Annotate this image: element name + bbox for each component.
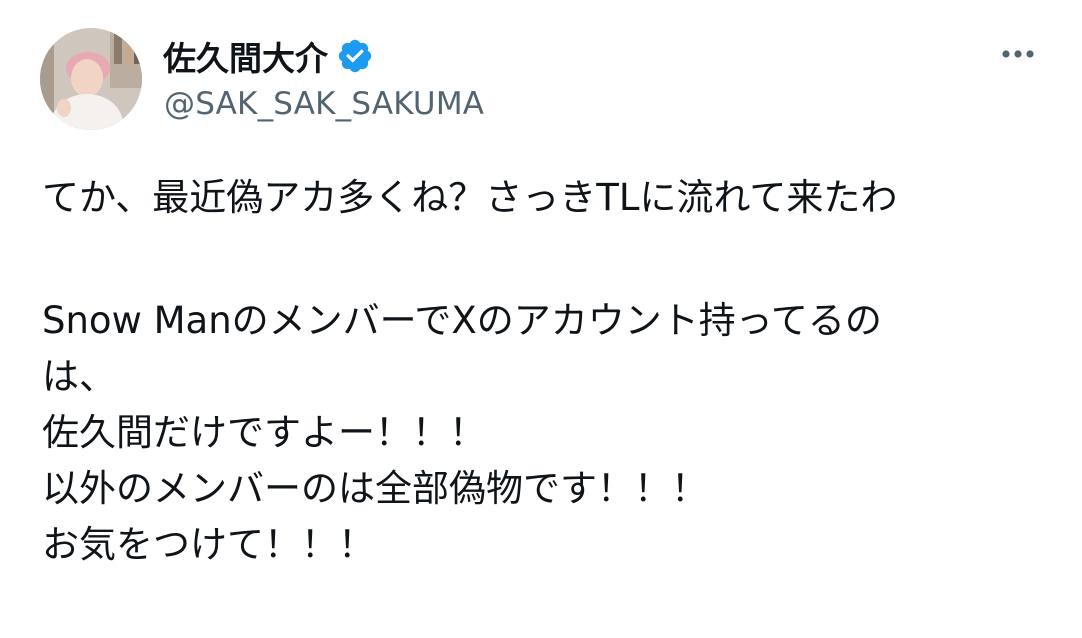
tweet-text-line: 以外のメンバーのは全部偽物です！！！ bbox=[42, 467, 708, 510]
author-display-name[interactable]: 佐久間大介 bbox=[163, 32, 328, 80]
more-options-icon bbox=[1002, 50, 1034, 58]
more-options-button[interactable] bbox=[994, 34, 1042, 74]
tweet: 佐久間大介 @SAK_SAK_SAKUMA てか、最近偽アカ多くね？さっきTLに… bbox=[0, 0, 1082, 638]
tweet-text-line: てか、最近偽アカ多くね？さっきTLに流れて来たわ bbox=[42, 176, 898, 219]
verified-badge-icon[interactable] bbox=[336, 37, 374, 75]
tweet-text: てか、最近偽アカ多くね？さっきTLに流れて来たわ Snow ManのメンバーでX… bbox=[42, 170, 1042, 573]
tweet-text-line: お気をつけて！！！ bbox=[42, 523, 375, 566]
tweet-text-line: は、 bbox=[42, 355, 116, 398]
author-name-row: 佐久間大介 bbox=[163, 32, 374, 80]
tweet-text-line: 佐久間だけですよー！！！ bbox=[42, 411, 486, 454]
avatar[interactable] bbox=[40, 28, 142, 130]
author-handle[interactable]: @SAK_SAK_SAKUMA bbox=[164, 86, 484, 122]
tweet-text-line: Snow ManのメンバーでXのアカウント持ってるの bbox=[42, 299, 882, 342]
avatar-image bbox=[40, 28, 142, 130]
tweet-text-blank-line bbox=[42, 226, 1042, 293]
